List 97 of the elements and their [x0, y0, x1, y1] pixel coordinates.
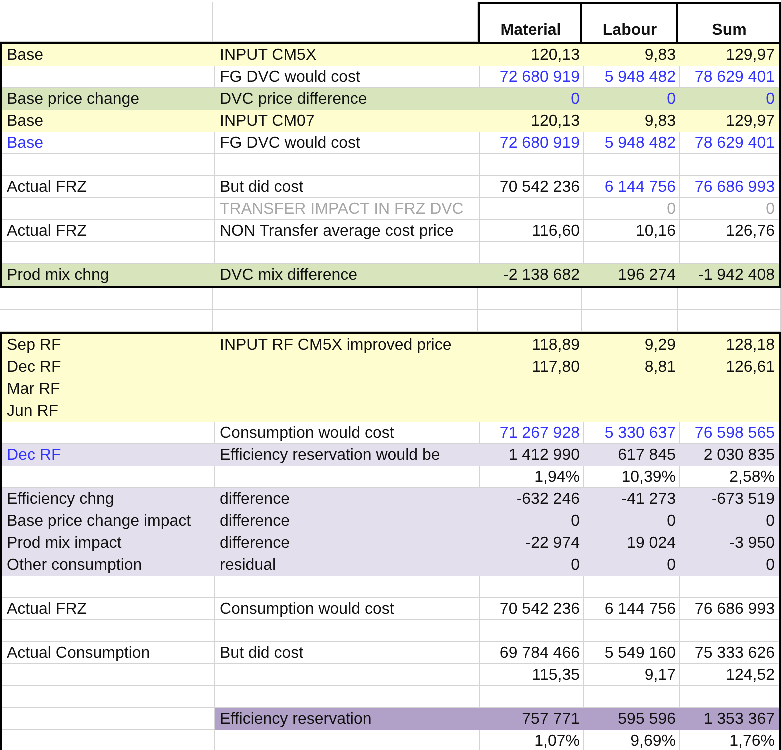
table-cell: 595 596	[584, 708, 680, 730]
table-cell-text: -41 273	[620, 490, 677, 510]
table-cell-text: 9,29	[644, 336, 677, 356]
column-header: Sum	[678, 2, 781, 42]
table-cell-text: INPUT CM07	[219, 112, 316, 132]
table-cell-text: -22 974	[524, 534, 581, 554]
column-header: Labour	[582, 2, 678, 42]
table-cell: 70 542 236	[480, 176, 584, 198]
table-cell: 72 680 919	[480, 132, 584, 154]
table-cell: But did cost	[215, 642, 480, 664]
table-cell: 124,52	[680, 664, 779, 686]
table-cell-text: 120,13	[530, 112, 581, 132]
table-cell-text: 0	[666, 90, 677, 110]
table-cell-text: 126,61	[725, 358, 776, 378]
table-cell: 69 784 466	[480, 642, 584, 664]
table-cell-text: 0	[765, 90, 776, 110]
table-cell-text: residual	[219, 556, 278, 576]
table-cell: 115,35	[480, 664, 584, 686]
table-cell: 70 542 236	[480, 598, 584, 620]
table-cell-text: Efficiency chng	[6, 490, 116, 510]
table-cell: 6 144 756	[584, 598, 680, 620]
table-cell-text: difference	[219, 512, 291, 532]
table-cell-text: 1,76%	[728, 732, 776, 750]
table-cell: 6 144 756	[584, 176, 680, 198]
table-cell: Actual FRZ	[2, 598, 215, 620]
table-cell-text: Dec RF	[6, 358, 62, 378]
table-cell: Actual FRZ	[2, 220, 215, 242]
table-cell-text: 0	[666, 512, 677, 532]
table-cell-text: 0	[765, 556, 776, 576]
table-cell-text: 9,83	[644, 112, 677, 132]
table-cell: Base	[2, 132, 215, 154]
table-cell-text: Other consumption	[6, 556, 144, 576]
table-cell-text: 129,97	[725, 46, 776, 66]
table-cell-text: 0	[570, 512, 581, 532]
table-cell-text: INPUT CM5X	[219, 46, 318, 66]
table-cell-text: Mar RF	[6, 380, 62, 400]
table-cell: 0	[680, 198, 779, 220]
table-cell: NON Transfer average cost price	[215, 220, 480, 242]
table-cell-text: -3 950	[728, 534, 776, 554]
table-cell-text: -2 138 682	[502, 266, 581, 286]
table-cell-text: 117,80	[531, 358, 581, 378]
table-cell-text: -632 246	[516, 490, 581, 510]
table-cell-text: Dec RF	[6, 446, 62, 466]
table-cell: FG DVC would cost	[215, 132, 480, 154]
table-cell-text: 9,83	[644, 46, 677, 66]
table-cell-text: 0	[570, 90, 581, 110]
table-cell-text: 120,13	[530, 46, 581, 66]
table-cell-text: 0	[570, 556, 581, 576]
table-cell: 75 333 626	[680, 642, 779, 664]
table-cell: 76 686 993	[680, 176, 779, 198]
table-cell: 5 948 482	[584, 132, 680, 154]
table-cell: Actual FRZ	[2, 176, 215, 198]
table-cell-text: Prod mix chng	[6, 266, 110, 286]
table-cell-text: 128,18	[725, 336, 776, 356]
table-cell-text: INPUT RF CM5X improved price	[219, 336, 453, 356]
table-cell: TRANSFER IMPACT IN FRZ DVC	[215, 198, 480, 220]
table-cell-text: DVC price difference	[219, 90, 368, 110]
table-cell-text: 129,97	[725, 112, 776, 132]
table-cell: 116,60	[480, 220, 584, 242]
table-cell-text: Base price change	[6, 90, 141, 110]
table-cell-text: Prod mix impact	[6, 534, 123, 554]
table-cell: Actual Consumption	[2, 642, 215, 664]
table-cell-text: Efficiency reservation would be	[219, 446, 442, 466]
table-cell: 1,07%	[480, 730, 584, 750]
table-cell: 9,17	[584, 664, 680, 686]
table-cell-text: 0	[666, 556, 677, 576]
table-cell-text: difference	[219, 534, 291, 554]
table-cell-text: 118,89	[531, 336, 581, 356]
table-cell: 10,16	[584, 220, 680, 242]
table-cell: 0	[584, 198, 680, 220]
table-cell: 757 771	[480, 708, 584, 730]
table-cell: 76 686 993	[680, 598, 779, 620]
table-cell-text: DVC mix difference	[219, 266, 359, 286]
table-cell-text: Sep RF	[6, 336, 62, 356]
table-cell-text: 196 274	[617, 266, 677, 286]
table-cell-text: Base price change impact	[6, 512, 192, 532]
table-cell-text: Base	[6, 112, 44, 132]
table-cell-text: -673 519	[710, 490, 776, 510]
table-cell: 78 629 401	[680, 132, 779, 154]
table-cell-text: 617 845	[617, 446, 677, 466]
table-cell: 126,76	[680, 220, 779, 242]
table-cell-text: Base	[6, 46, 44, 66]
table-cell-text: Jun RF	[6, 402, 60, 422]
column-header: Material	[478, 2, 582, 42]
table-cell: Efficiency reservation	[215, 708, 480, 730]
table-cell-text: 0	[765, 512, 776, 532]
table-cell: But did cost	[215, 176, 480, 198]
table-cell-text: 2 030 835	[702, 446, 776, 466]
table-cell-text: 8,81	[644, 358, 677, 378]
table-cell: Consumption would cost	[215, 598, 480, 620]
table-cell: 5 549 160	[584, 642, 680, 664]
table-cell-text: 19 024	[626, 534, 677, 554]
table-cell: 9,69%	[584, 730, 680, 750]
table-cell-text: 1 412 990	[508, 446, 581, 466]
table-cell-text: difference	[219, 490, 291, 510]
table-cell: 1 353 367	[680, 708, 779, 730]
table-cell-text: -1 942 408	[697, 266, 776, 286]
